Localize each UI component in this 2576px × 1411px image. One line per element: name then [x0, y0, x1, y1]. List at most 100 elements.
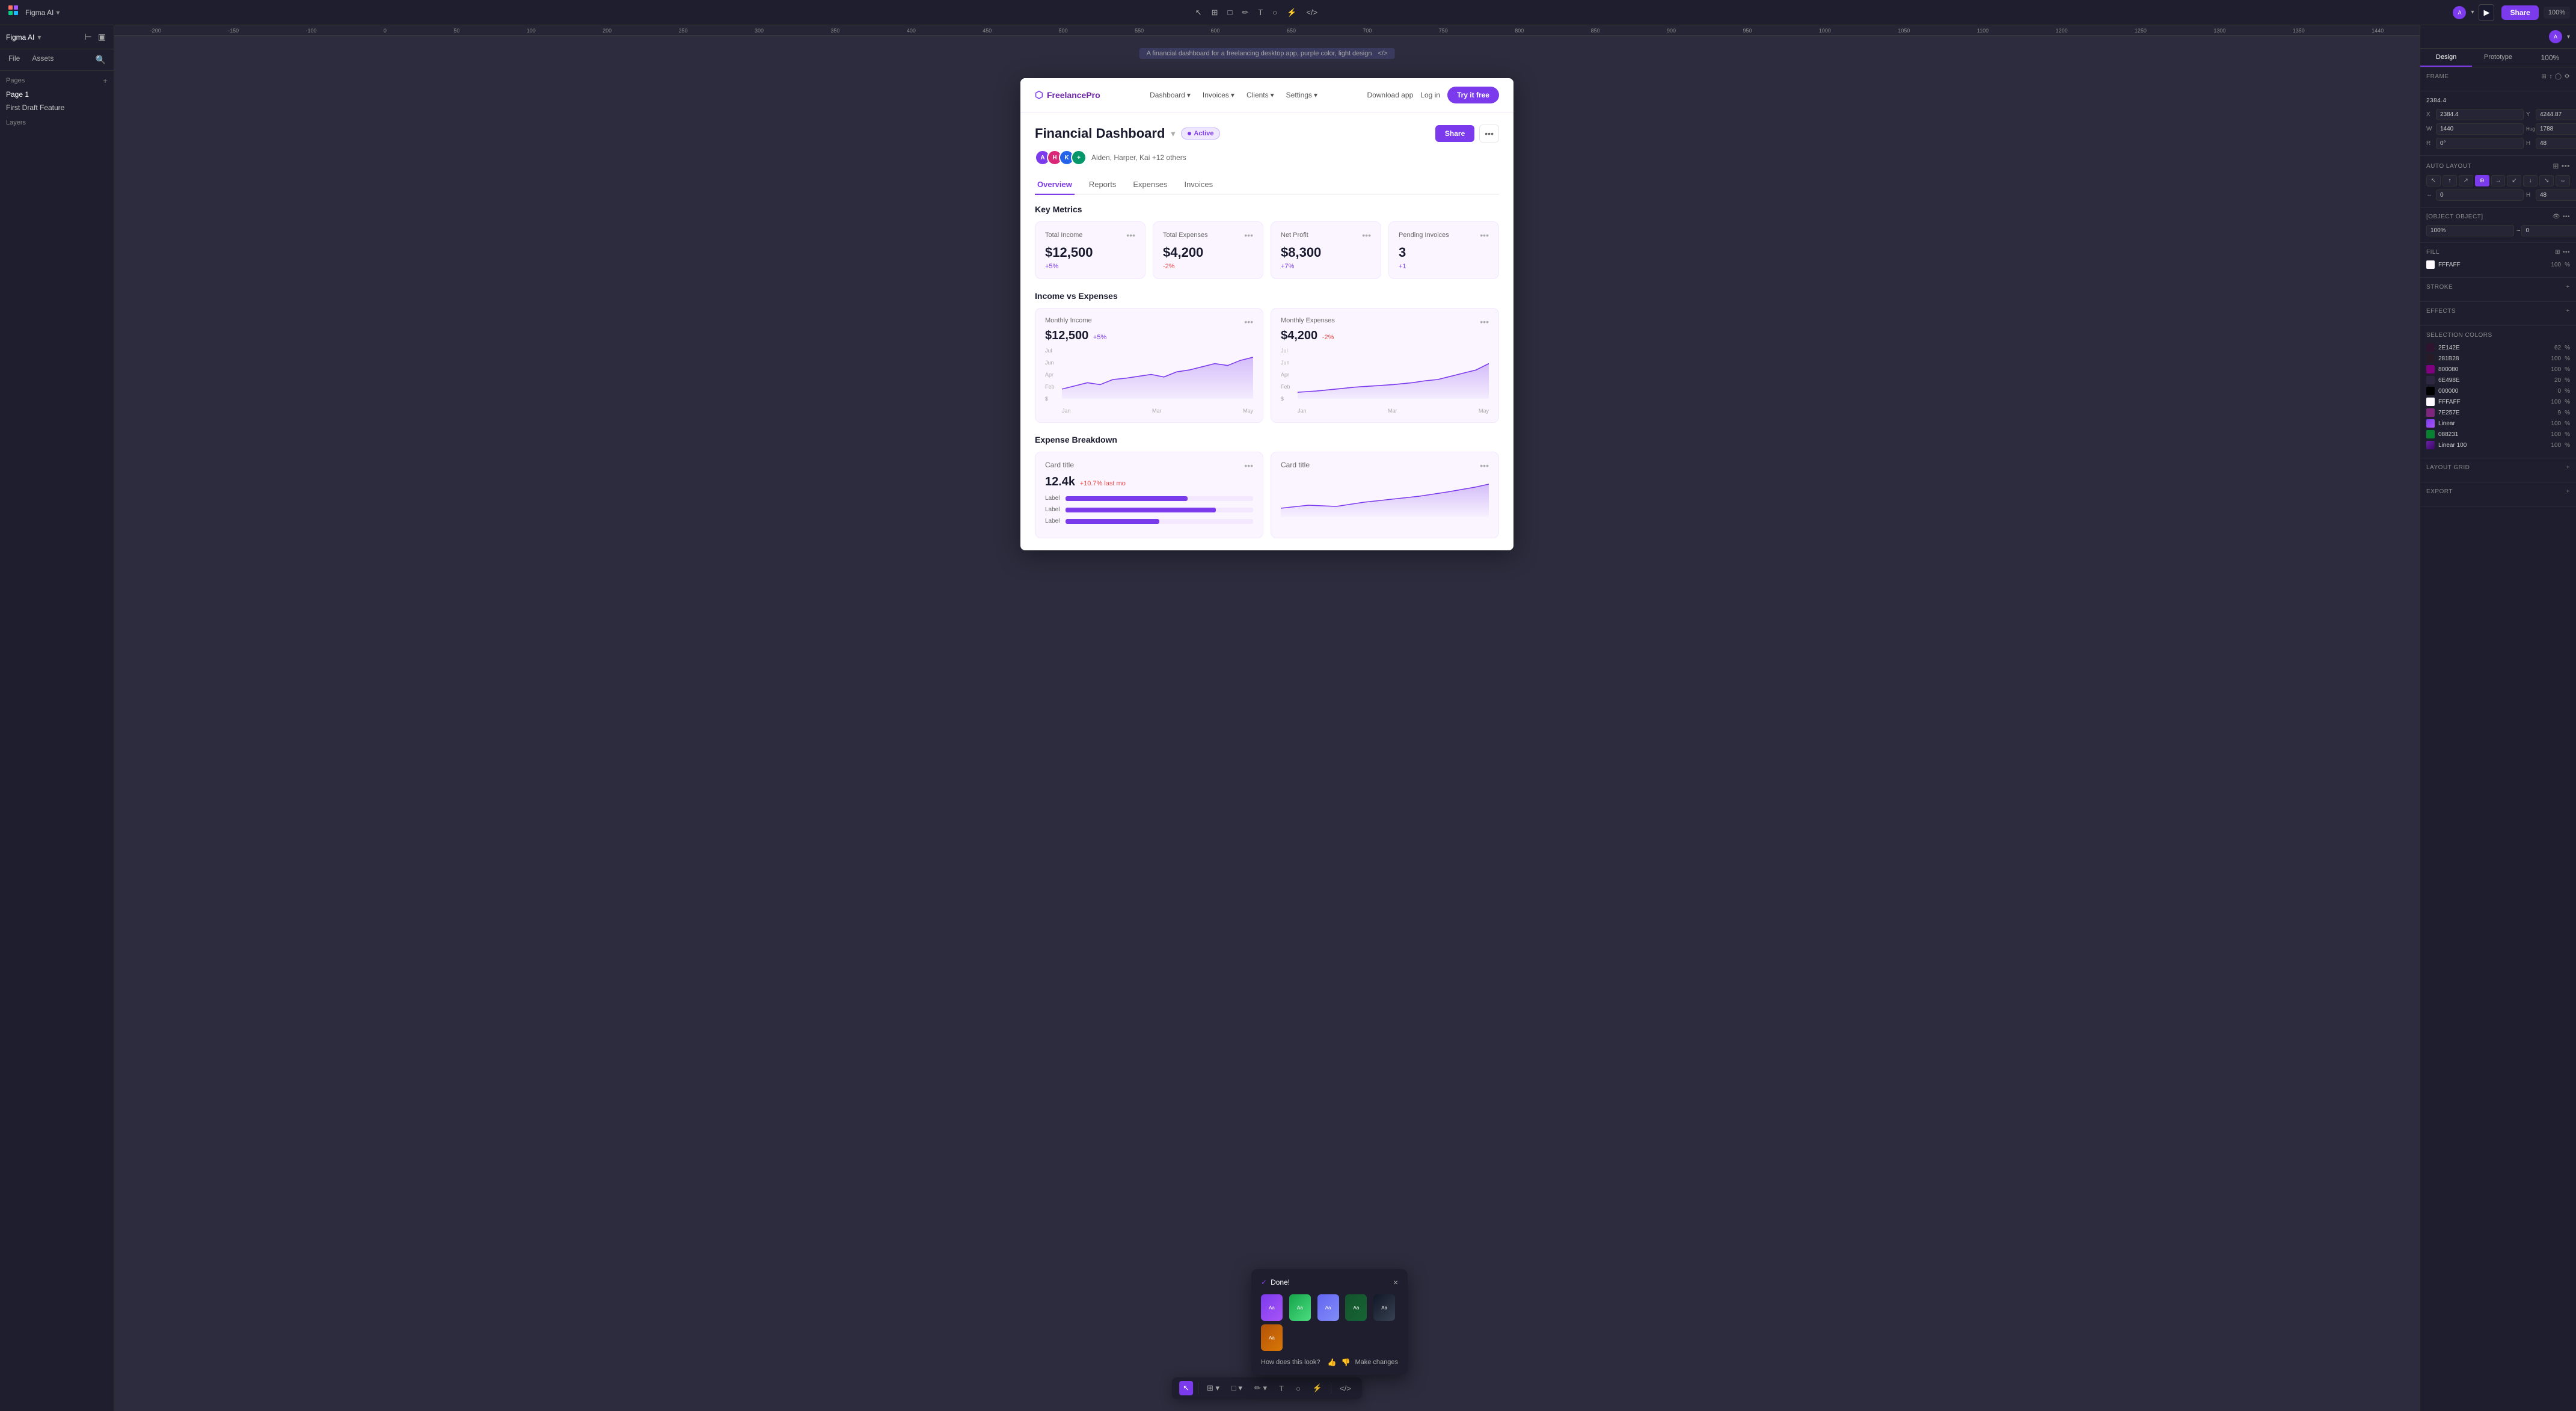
- move-tool[interactable]: ↖: [1191, 5, 1206, 20]
- appearance-dots-icon[interactable]: •••: [2563, 214, 2570, 220]
- frame-icon-4[interactable]: ⚙: [2565, 73, 2570, 80]
- appearance-blur-input[interactable]: [2521, 225, 2576, 236]
- nav-login-link[interactable]: Log in: [1420, 91, 1440, 99]
- export-add[interactable]: +: [2566, 488, 2570, 495]
- metric-more-1[interactable]: •••: [1244, 230, 1253, 240]
- nav-settings[interactable]: Settings ▾: [1286, 91, 1317, 99]
- right-tab-design[interactable]: Design: [2420, 49, 2472, 67]
- frame-icon-1[interactable]: ⊞: [2541, 73, 2547, 80]
- align-space[interactable]: ⇔: [2556, 175, 2570, 186]
- plugin-tool[interactable]: ⚡: [1283, 5, 1301, 20]
- appearance-eye-icon[interactable]: 👁: [2553, 214, 2560, 220]
- nav-download-link[interactable]: Download app: [1367, 91, 1414, 99]
- hint-code-btn[interactable]: </>: [1378, 50, 1387, 57]
- tab-expenses[interactable]: Expenses: [1130, 175, 1170, 195]
- auto-layout-gap-v[interactable]: [2536, 189, 2576, 201]
- pen-tool[interactable]: ✏: [1237, 5, 1253, 20]
- theme-purple[interactable]: Aa: [1261, 1294, 1283, 1321]
- code-tool[interactable]: </>: [1302, 5, 1322, 20]
- ai-close-btn[interactable]: ×: [1393, 1277, 1398, 1287]
- tab-reports[interactable]: Reports: [1087, 175, 1119, 195]
- tab-overview[interactable]: Overview: [1035, 175, 1075, 195]
- sidebar-page-feature[interactable]: First Draft Feature: [0, 101, 114, 114]
- position-r-input[interactable]: [2436, 138, 2524, 149]
- toolbar-cursor-btn[interactable]: ↖: [1179, 1381, 1193, 1395]
- sidebar-page-1[interactable]: Page 1: [0, 88, 114, 101]
- nav-clients[interactable]: Clients ▾: [1247, 91, 1274, 99]
- swatch-linear-1[interactable]: [2426, 419, 2435, 428]
- figma-menu-button[interactable]: [6, 3, 22, 22]
- add-page-btn[interactable]: +: [103, 76, 108, 85]
- align-top-left[interactable]: ↖: [2426, 175, 2441, 186]
- swatch-2[interactable]: [2426, 365, 2435, 374]
- fill-swatch[interactable]: [2426, 260, 2435, 269]
- expense-line-more[interactable]: •••: [1480, 461, 1489, 470]
- toolbar-frame-btn[interactable]: ⊞ ▾: [1203, 1381, 1223, 1395]
- circle-tool[interactable]: ○: [1268, 5, 1281, 20]
- theme-indigo[interactable]: Aa: [1317, 1294, 1339, 1321]
- swatch-1[interactable]: [2426, 354, 2435, 363]
- theme-green[interactable]: Aa: [1289, 1294, 1311, 1321]
- right-tab-zoom[interactable]: 100%: [2524, 49, 2576, 67]
- swatch-4[interactable]: [2426, 387, 2435, 395]
- toolbar-text-btn[interactable]: T: [1275, 1382, 1287, 1395]
- tab-invoices[interactable]: Invoices: [1182, 175, 1215, 195]
- zoom-level[interactable]: 100%: [2544, 7, 2570, 19]
- nav-try-btn[interactable]: Try it free: [1447, 87, 1499, 103]
- layout-grid-add[interactable]: +: [2566, 464, 2570, 471]
- auto-layout-icon[interactable]: ⊞: [2553, 162, 2559, 170]
- toolbar-plugin-btn[interactable]: ⚡: [1309, 1381, 1326, 1395]
- title-edit-icon[interactable]: ▾: [1171, 129, 1175, 139]
- swatch-linear-2[interactable]: [2426, 441, 2435, 449]
- frame-icon-2[interactable]: ↕: [2549, 73, 2553, 80]
- metric-more-3[interactable]: •••: [1480, 230, 1489, 240]
- metric-more-0[interactable]: •••: [1126, 230, 1135, 240]
- sidebar-search-btn[interactable]: 🔍: [94, 53, 108, 67]
- theme-dark-green[interactable]: Aa: [1345, 1294, 1367, 1321]
- sidebar-layout-btn[interactable]: ▣: [96, 30, 108, 44]
- align-center[interactable]: ⊕: [2475, 175, 2489, 186]
- figma-share-button[interactable]: Share: [2501, 5, 2538, 20]
- fill-dots[interactable]: •••: [2563, 249, 2570, 256]
- swatch-6[interactable]: [2426, 408, 2435, 417]
- align-bottom-right[interactable]: ↘: [2539, 175, 2554, 186]
- fill-icon[interactable]: ⊞: [2555, 249, 2560, 256]
- swatch-5[interactable]: [2426, 398, 2435, 406]
- share-button[interactable]: Share: [1435, 125, 1474, 142]
- nav-assets[interactable]: Assets: [29, 53, 56, 67]
- right-tab-prototype[interactable]: Prototype: [2472, 49, 2524, 67]
- effects-add[interactable]: +: [2566, 308, 2570, 315]
- swatch-7[interactable]: [2426, 430, 2435, 438]
- nav-file[interactable]: File: [6, 53, 22, 67]
- ai-thumbs-down[interactable]: 👎: [1342, 1358, 1351, 1366]
- text-tool[interactable]: T: [1254, 5, 1267, 20]
- align-bottom[interactable]: ↓: [2523, 175, 2538, 186]
- toolbar-pen-btn[interactable]: ✏ ▾: [1251, 1381, 1271, 1395]
- frame-icon-3[interactable]: ◯: [2555, 73, 2562, 80]
- position-h-input[interactable]: [2536, 138, 2576, 149]
- auto-layout-dots[interactable]: •••: [2562, 162, 2570, 170]
- theme-dark[interactable]: Aa: [1373, 1294, 1395, 1321]
- sidebar-expand-btn[interactable]: ⊢: [83, 30, 94, 44]
- nav-invoices[interactable]: Invoices ▾: [1203, 91, 1234, 99]
- more-button[interactable]: •••: [1479, 124, 1499, 143]
- metric-more-2[interactable]: •••: [1362, 230, 1371, 240]
- swatch-3[interactable]: [2426, 376, 2435, 384]
- align-bottom-left[interactable]: ↙: [2507, 175, 2521, 186]
- ai-thumbs-up[interactable]: 👍: [1328, 1358, 1337, 1366]
- align-top[interactable]: ↑: [2443, 175, 2457, 186]
- align-top-right[interactable]: ↗: [2459, 175, 2473, 186]
- chart-more-income[interactable]: •••: [1244, 317, 1253, 327]
- stroke-add[interactable]: +: [2566, 284, 2570, 290]
- toolbar-rect-btn[interactable]: □ ▾: [1228, 1381, 1246, 1395]
- toolbar-circle-btn[interactable]: ○: [1292, 1382, 1304, 1395]
- ai-make-changes-btn[interactable]: Make changes: [1355, 1359, 1398, 1366]
- theme-amber[interactable]: Aa: [1261, 1324, 1283, 1351]
- expense-card-more[interactable]: •••: [1244, 461, 1253, 470]
- auto-layout-gap-h[interactable]: [2436, 189, 2524, 201]
- position-w-input[interactable]: [2436, 123, 2524, 135]
- swatch-0[interactable]: [2426, 343, 2435, 352]
- rect-tool[interactable]: □: [1224, 5, 1237, 20]
- frame-tool[interactable]: ⊞: [1207, 5, 1222, 20]
- play-button[interactable]: ▶: [2479, 4, 2494, 21]
